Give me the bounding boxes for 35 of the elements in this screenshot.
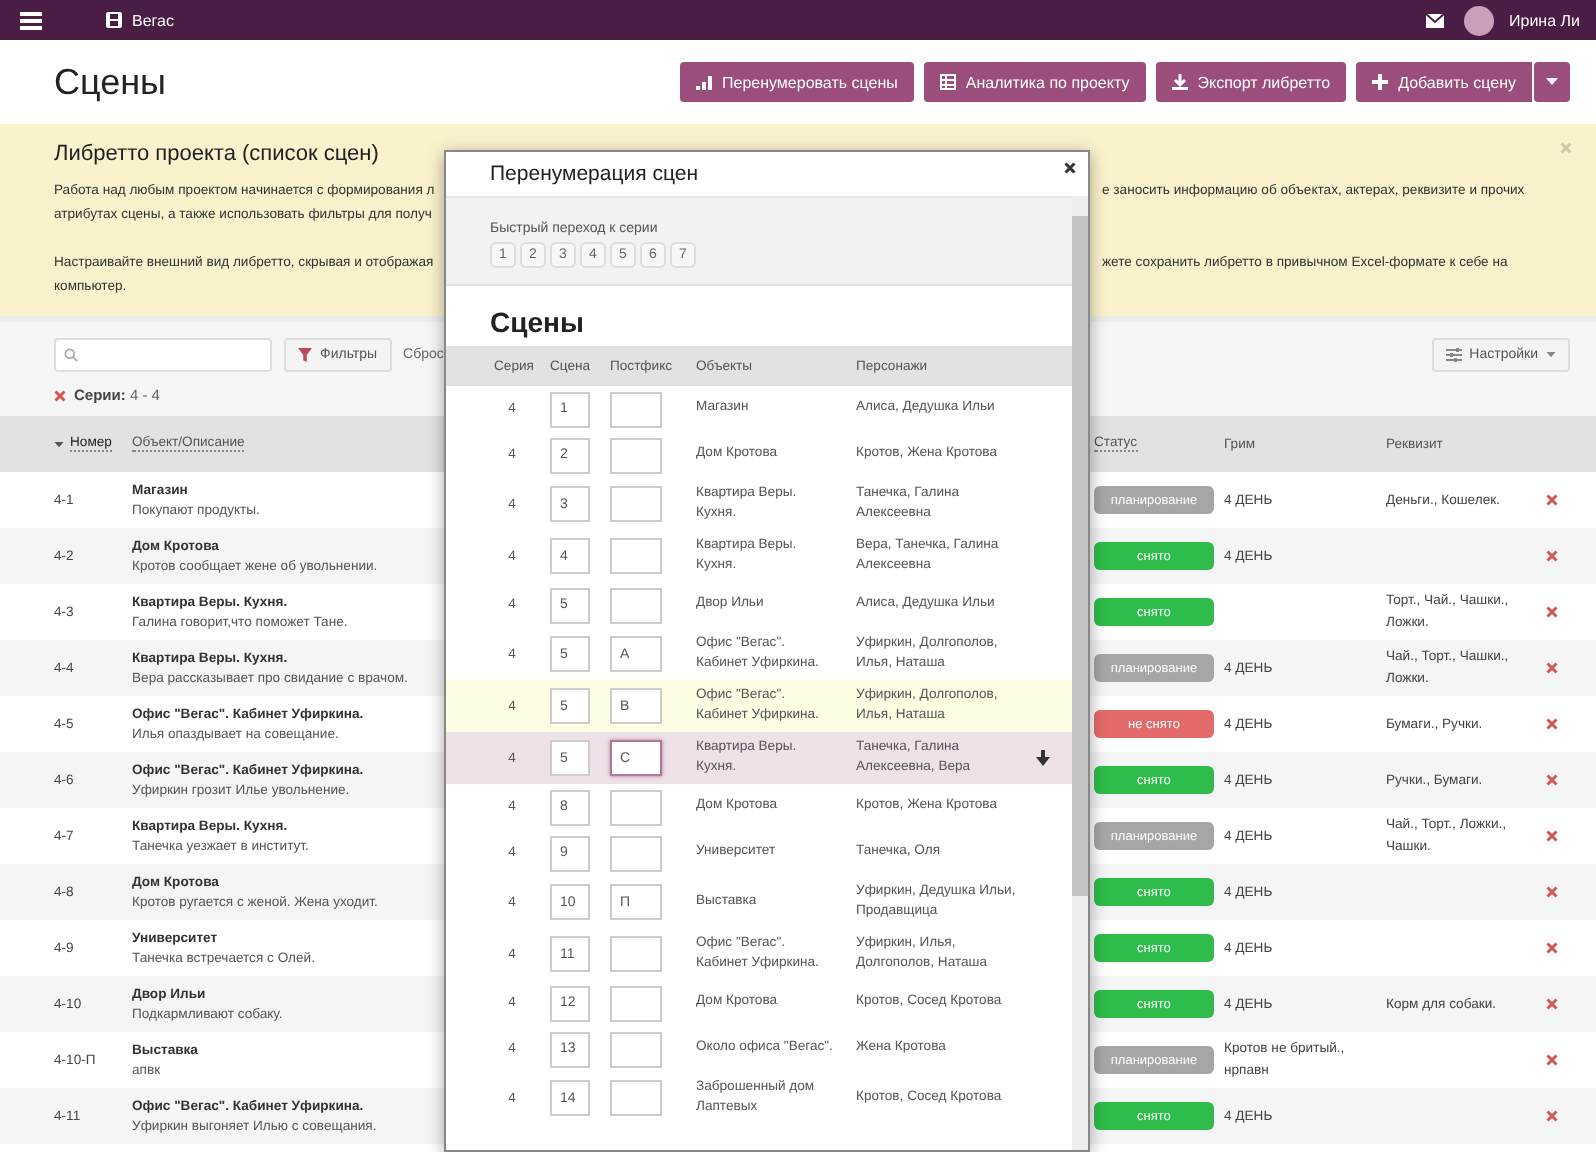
- header-button[interactable]: Аналитика по проекту: [923, 62, 1146, 102]
- plus-icon: [1372, 74, 1389, 90]
- film-icon: [106, 12, 122, 28]
- postfix-field[interactable]: [610, 391, 662, 427]
- postfix-field[interactable]: [610, 789, 662, 825]
- scrollbar[interactable]: [1072, 196, 1088, 1150]
- postfix-field[interactable]: [610, 985, 662, 1021]
- postfix-field[interactable]: [610, 835, 662, 871]
- download-icon: [1171, 74, 1188, 90]
- scrollbar-thumb[interactable]: [1072, 216, 1088, 896]
- header-button[interactable]: Добавить сцену: [1356, 62, 1532, 102]
- menu-icon[interactable]: [20, 11, 42, 29]
- dropdown-button[interactable]: [1534, 62, 1570, 102]
- postfix-field[interactable]: [610, 486, 662, 522]
- arrow-down-icon[interactable]: [1036, 750, 1050, 766]
- table-icon: [939, 74, 956, 90]
- bar-chart-icon: [696, 74, 712, 90]
- header-button[interactable]: Перенумеровать сцены: [680, 62, 914, 102]
- avatar[interactable]: [1463, 5, 1494, 35]
- modal-title: Перенумерация сцен: [490, 162, 699, 186]
- envelope-icon[interactable]: [1425, 13, 1444, 27]
- postfix-field[interactable]: [610, 587, 662, 623]
- postfix-field[interactable]: [610, 1031, 662, 1067]
- postfix-field[interactable]: [610, 1080, 662, 1116]
- postfix-field[interactable]: [610, 437, 662, 473]
- close-icon[interactable]: [1064, 162, 1076, 174]
- page-title: Сцены: [54, 61, 166, 103]
- section-heading: Сцены: [490, 306, 586, 338]
- panel-title: Либретто проекта (список сцен): [54, 142, 379, 166]
- postfix-field[interactable]: [610, 936, 662, 972]
- header-button[interactable]: Экспорт либретто: [1155, 62, 1347, 102]
- postfix-field[interactable]: [610, 538, 662, 574]
- user-name[interactable]: Ирина Ли: [1509, 11, 1580, 29]
- project-name[interactable]: Вегас: [132, 11, 174, 29]
- caret-icon: [1546, 78, 1558, 86]
